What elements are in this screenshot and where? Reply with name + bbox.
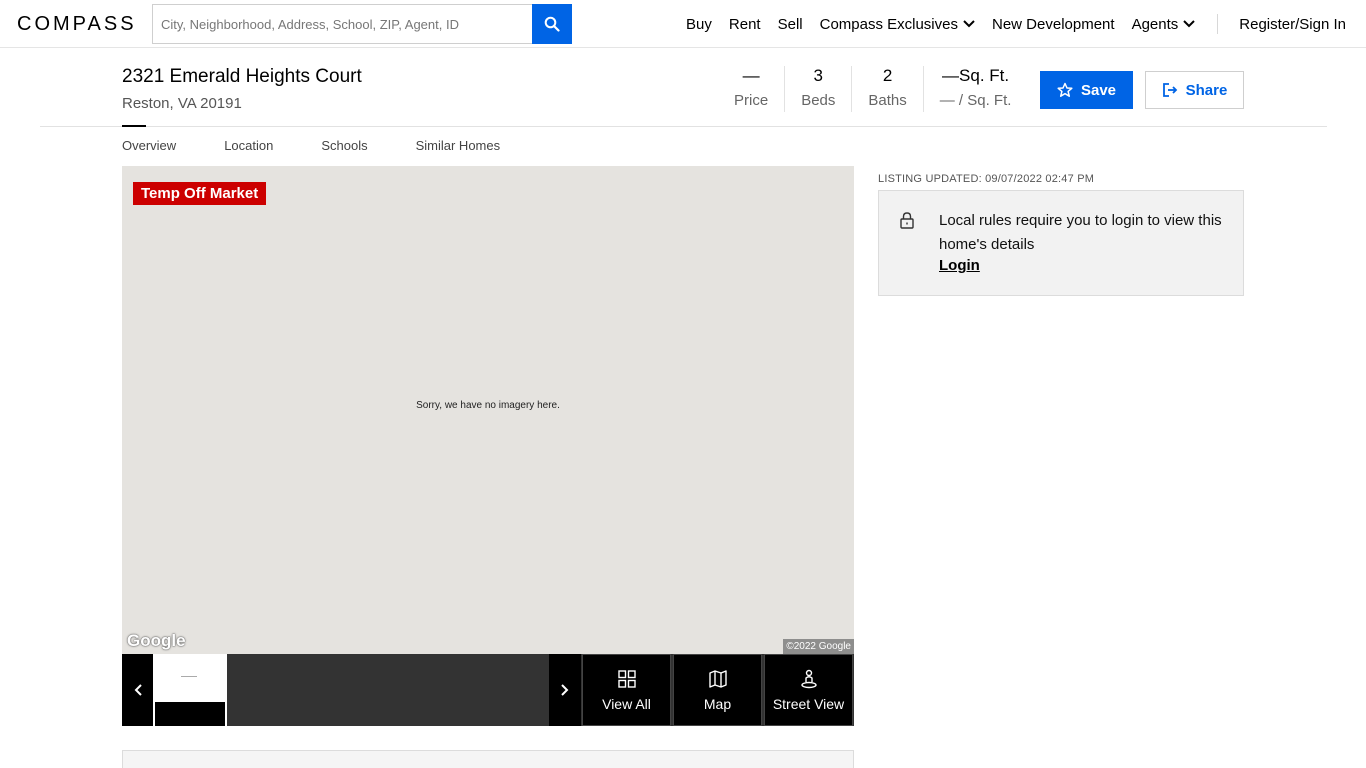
section-tabs: Overview Location Schools Similar Homes	[122, 138, 548, 153]
beds-value: 3	[813, 66, 824, 85]
top-navigation: COMPASS Buy Rent Sell Compass Exclusives…	[0, 0, 1366, 48]
star-icon	[1057, 82, 1073, 97]
thumbnail-placeholder-line	[181, 676, 197, 677]
listing-address: 2321 Emerald Heights Court	[122, 66, 362, 87]
share-label: Share	[1185, 81, 1228, 99]
stat-baths: 2 Baths	[851, 66, 922, 112]
view-all-button[interactable]: View All	[582, 654, 671, 726]
baths-label: Baths	[868, 92, 907, 109]
map-button[interactable]: Map	[673, 654, 762, 726]
map-copyright: ©2022 Google	[783, 639, 854, 654]
person-pin-icon	[800, 669, 817, 689]
photo-filmstrip: View All Map Street View	[122, 654, 854, 726]
save-label: Save	[1080, 81, 1117, 99]
share-button[interactable]: Share	[1145, 71, 1244, 109]
photo-thumbnail[interactable]	[153, 654, 227, 726]
stat-sqft: —Sq. Ft. — / Sq. Ft.	[922, 66, 1028, 112]
compass-logo[interactable]: COMPASS	[17, 13, 137, 36]
sqft-value: —Sq. Ft.	[942, 66, 1010, 85]
street-view-panel[interactable]: Temp Off Market Sorry, we have no imager…	[122, 166, 854, 654]
beds-label: Beds	[801, 92, 836, 109]
filmstrip-prev-button[interactable]	[122, 654, 153, 726]
chevron-left-icon	[134, 684, 142, 696]
grid-icon	[617, 670, 636, 688]
header-divider	[40, 126, 1327, 127]
baths-value: 2	[882, 66, 893, 85]
no-imagery-message: Sorry, we have no imagery here.	[416, 400, 560, 411]
tab-schools[interactable]: Schools	[321, 138, 367, 153]
chevron-down-icon	[1183, 20, 1195, 28]
search-button[interactable]	[532, 4, 572, 44]
view-all-label: View All	[602, 696, 651, 712]
street-view-label: Street View	[772, 696, 845, 712]
main-nav: Buy Rent Sell Compass Exclusives New Dev…	[669, 0, 1346, 48]
details-panel	[122, 750, 854, 768]
chevron-right-icon	[561, 684, 569, 696]
street-view-button[interactable]: Street View	[764, 654, 853, 726]
search-bar	[152, 4, 572, 44]
listing-stats: — Price 3 Beds 2 Baths —Sq. Ft. — / Sq. …	[718, 66, 1027, 112]
login-message: Local rules require you to login to view…	[939, 212, 1222, 253]
stat-price: — Price	[718, 66, 784, 112]
chevron-down-icon	[963, 20, 975, 28]
listing-updated: LISTING UPDATED: 09/07/2022 02:47 PM	[878, 173, 1095, 185]
tab-similar-homes[interactable]: Similar Homes	[416, 138, 501, 153]
nav-register-sign-in[interactable]: Register/Sign In	[1239, 16, 1346, 33]
map-label: Map	[703, 696, 732, 712]
stat-beds: 3 Beds	[784, 66, 851, 112]
lock-icon	[900, 212, 914, 229]
share-icon	[1162, 83, 1177, 97]
nav-agents-label: Agents	[1131, 15, 1179, 33]
nav-sell[interactable]: Sell	[778, 16, 803, 33]
nav-rent[interactable]: Rent	[729, 16, 761, 33]
login-required-box: Local rules require you to login to view…	[878, 190, 1244, 296]
nav-divider	[1217, 14, 1219, 34]
search-input[interactable]	[152, 4, 532, 44]
filmstrip-next-button[interactable]	[549, 654, 581, 726]
status-badge: Temp Off Market	[133, 182, 267, 205]
tab-location[interactable]: Location	[224, 138, 273, 153]
google-logo: Google	[127, 631, 186, 650]
nav-agents[interactable]: Agents	[1132, 16, 1196, 33]
nav-buy[interactable]: Buy	[686, 16, 712, 33]
price-value: —	[742, 66, 760, 85]
active-tab-indicator	[122, 125, 146, 127]
save-button[interactable]: Save	[1040, 71, 1133, 109]
listing-city: Reston, VA 20191	[122, 95, 242, 112]
login-link[interactable]: Login	[939, 257, 980, 274]
tab-overview[interactable]: Overview	[122, 138, 176, 153]
thumbnail-selected-bar	[155, 702, 225, 726]
sqft-label: — / Sq. Ft.	[939, 92, 1012, 109]
nav-compass-exclusives[interactable]: Compass Exclusives	[820, 16, 975, 33]
search-icon	[544, 16, 560, 32]
nav-compass-exclusives-label: Compass Exclusives	[819, 15, 958, 33]
price-label: Price	[734, 92, 769, 109]
nav-new-development[interactable]: New Development	[992, 16, 1115, 33]
map-icon	[708, 670, 727, 688]
